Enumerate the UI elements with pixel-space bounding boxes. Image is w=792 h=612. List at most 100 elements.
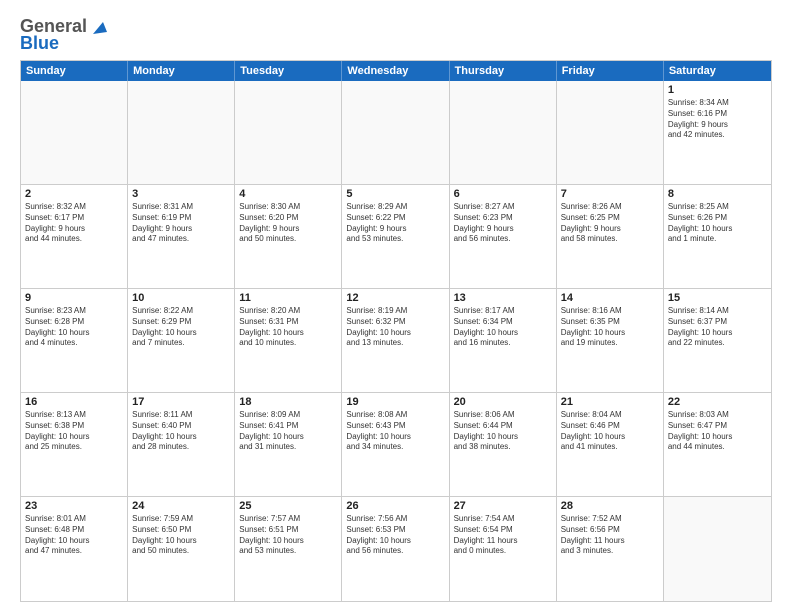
day-number: 24 (132, 500, 230, 512)
cell-info: Sunrise: 8:14 AM Sunset: 6:37 PM Dayligh… (668, 306, 767, 349)
calendar: SundayMondayTuesdayWednesdayThursdayFrid… (20, 60, 772, 602)
calendar-cell: 5 Sunrise: 8:29 AM Sunset: 6:22 PM Daylig… (342, 185, 449, 288)
calendar-cell: 2 Sunrise: 8:32 AM Sunset: 6:17 PM Daylig… (21, 185, 128, 288)
day-number: 5 (346, 188, 444, 200)
day-header-friday: Friday (557, 61, 664, 81)
day-number: 16 (25, 396, 123, 408)
day-header-saturday: Saturday (664, 61, 771, 81)
cell-info: Sunrise: 8:25 AM Sunset: 6:26 PM Dayligh… (668, 202, 767, 245)
calendar-cell: 26 Sunrise: 7:56 AM Sunset: 6:53 PM Dayli… (342, 497, 449, 601)
day-number: 27 (454, 500, 552, 512)
cell-info: Sunrise: 8:04 AM Sunset: 6:46 PM Dayligh… (561, 410, 659, 453)
day-number: 7 (561, 188, 659, 200)
calendar-cell (235, 81, 342, 184)
day-number: 22 (668, 396, 767, 408)
cell-info: Sunrise: 8:11 AM Sunset: 6:40 PM Dayligh… (132, 410, 230, 453)
day-number: 1 (668, 84, 767, 96)
calendar-cell: 15Sunrise: 8:14 AM Sunset: 6:37 PM Dayli… (664, 289, 771, 392)
day-number: 8 (668, 188, 767, 200)
calendar-cell: 12 Sunrise: 8:19 AM Sunset: 6:32 PM Dayli… (342, 289, 449, 392)
day-number: 14 (561, 292, 659, 304)
calendar-cell (342, 81, 449, 184)
calendar-cell (128, 81, 235, 184)
day-number: 25 (239, 500, 337, 512)
calendar-cell: 16Sunrise: 8:13 AM Sunset: 6:38 PM Dayli… (21, 393, 128, 496)
calendar-cell (21, 81, 128, 184)
calendar-cell: 21 Sunrise: 8:04 AM Sunset: 6:46 PM Dayli… (557, 393, 664, 496)
calendar-row-2: 2 Sunrise: 8:32 AM Sunset: 6:17 PM Daylig… (21, 185, 771, 289)
header: General Blue (20, 16, 772, 54)
logo-arrow-icon (89, 18, 107, 36)
day-number: 12 (346, 292, 444, 304)
cell-info: Sunrise: 8:08 AM Sunset: 6:43 PM Dayligh… (346, 410, 444, 453)
day-header-wednesday: Wednesday (342, 61, 449, 81)
cell-info: Sunrise: 8:16 AM Sunset: 6:35 PM Dayligh… (561, 306, 659, 349)
calendar-cell: 4 Sunrise: 8:30 AM Sunset: 6:20 PM Daylig… (235, 185, 342, 288)
calendar-cell: 9Sunrise: 8:23 AM Sunset: 6:28 PM Daylig… (21, 289, 128, 392)
day-number: 21 (561, 396, 659, 408)
calendar-header: SundayMondayTuesdayWednesdayThursdayFrid… (21, 61, 771, 81)
day-number: 10 (132, 292, 230, 304)
cell-info: Sunrise: 7:54 AM Sunset: 6:54 PM Dayligh… (454, 514, 552, 557)
calendar-cell: 14 Sunrise: 8:16 AM Sunset: 6:35 PM Dayli… (557, 289, 664, 392)
calendar-cell: 1Sunrise: 8:34 AM Sunset: 6:16 PM Daylig… (664, 81, 771, 184)
day-number: 19 (346, 396, 444, 408)
cell-info: Sunrise: 8:22 AM Sunset: 6:29 PM Dayligh… (132, 306, 230, 349)
cell-info: Sunrise: 7:57 AM Sunset: 6:51 PM Dayligh… (239, 514, 337, 557)
day-number: 23 (25, 500, 123, 512)
cell-info: Sunrise: 7:56 AM Sunset: 6:53 PM Dayligh… (346, 514, 444, 557)
cell-info: Sunrise: 8:29 AM Sunset: 6:22 PM Dayligh… (346, 202, 444, 245)
calendar-cell: 8 Sunrise: 8:25 AM Sunset: 6:26 PM Daylig… (664, 185, 771, 288)
cell-info: Sunrise: 8:30 AM Sunset: 6:20 PM Dayligh… (239, 202, 337, 245)
cell-info: Sunrise: 8:20 AM Sunset: 6:31 PM Dayligh… (239, 306, 337, 349)
cell-info: Sunrise: 7:59 AM Sunset: 6:50 PM Dayligh… (132, 514, 230, 557)
calendar-row-3: 9Sunrise: 8:23 AM Sunset: 6:28 PM Daylig… (21, 289, 771, 393)
calendar-cell: 6Sunrise: 8:27 AM Sunset: 6:23 PM Daylig… (450, 185, 557, 288)
calendar-cell: 11 Sunrise: 8:20 AM Sunset: 6:31 PM Dayli… (235, 289, 342, 392)
logo: General Blue (20, 16, 107, 54)
day-number: 4 (239, 188, 337, 200)
cell-info: Sunrise: 8:09 AM Sunset: 6:41 PM Dayligh… (239, 410, 337, 453)
calendar-cell: 10 Sunrise: 8:22 AM Sunset: 6:29 PM Dayli… (128, 289, 235, 392)
calendar-cell: 20 Sunrise: 8:06 AM Sunset: 6:44 PM Dayli… (450, 393, 557, 496)
day-number: 3 (132, 188, 230, 200)
calendar-cell: 28Sunrise: 7:52 AM Sunset: 6:56 PM Dayli… (557, 497, 664, 601)
day-header-monday: Monday (128, 61, 235, 81)
calendar-cell: 13 Sunrise: 8:17 AM Sunset: 6:34 PM Dayli… (450, 289, 557, 392)
day-number: 17 (132, 396, 230, 408)
cell-info: Sunrise: 8:27 AM Sunset: 6:23 PM Dayligh… (454, 202, 552, 245)
calendar-cell: 25 Sunrise: 7:57 AM Sunset: 6:51 PM Dayli… (235, 497, 342, 601)
calendar-cell: 24 Sunrise: 7:59 AM Sunset: 6:50 PM Dayli… (128, 497, 235, 601)
cell-info: Sunrise: 8:03 AM Sunset: 6:47 PM Dayligh… (668, 410, 767, 453)
day-number: 28 (561, 500, 659, 512)
day-number: 18 (239, 396, 337, 408)
cell-info: Sunrise: 8:01 AM Sunset: 6:48 PM Dayligh… (25, 514, 123, 557)
calendar-cell: 18 Sunrise: 8:09 AM Sunset: 6:41 PM Dayli… (235, 393, 342, 496)
calendar-body: 1Sunrise: 8:34 AM Sunset: 6:16 PM Daylig… (21, 81, 771, 601)
day-number: 26 (346, 500, 444, 512)
day-number: 2 (25, 188, 123, 200)
calendar-cell: 17 Sunrise: 8:11 AM Sunset: 6:40 PM Dayli… (128, 393, 235, 496)
calendar-cell: 23 Sunrise: 8:01 AM Sunset: 6:48 PM Dayli… (21, 497, 128, 601)
day-number: 20 (454, 396, 552, 408)
calendar-cell (664, 497, 771, 601)
calendar-cell: 7 Sunrise: 8:26 AM Sunset: 6:25 PM Daylig… (557, 185, 664, 288)
day-number: 11 (239, 292, 337, 304)
logo-blue-text: Blue (20, 33, 59, 54)
day-header-tuesday: Tuesday (235, 61, 342, 81)
calendar-cell (557, 81, 664, 184)
day-number: 13 (454, 292, 552, 304)
calendar-cell: 19 Sunrise: 8:08 AM Sunset: 6:43 PM Dayli… (342, 393, 449, 496)
day-header-thursday: Thursday (450, 61, 557, 81)
day-header-sunday: Sunday (21, 61, 128, 81)
page: General Blue SundayMondayTuesdayWednesda… (0, 0, 792, 612)
calendar-cell: 27 Sunrise: 7:54 AM Sunset: 6:54 PM Dayli… (450, 497, 557, 601)
cell-info: Sunrise: 8:23 AM Sunset: 6:28 PM Dayligh… (25, 306, 123, 349)
cell-info: Sunrise: 8:31 AM Sunset: 6:19 PM Dayligh… (132, 202, 230, 245)
calendar-row-5: 23 Sunrise: 8:01 AM Sunset: 6:48 PM Dayli… (21, 497, 771, 601)
cell-info: Sunrise: 8:17 AM Sunset: 6:34 PM Dayligh… (454, 306, 552, 349)
cell-info: Sunrise: 8:26 AM Sunset: 6:25 PM Dayligh… (561, 202, 659, 245)
cell-info: Sunrise: 8:19 AM Sunset: 6:32 PM Dayligh… (346, 306, 444, 349)
cell-info: Sunrise: 8:32 AM Sunset: 6:17 PM Dayligh… (25, 202, 123, 245)
cell-info: Sunrise: 8:06 AM Sunset: 6:44 PM Dayligh… (454, 410, 552, 453)
